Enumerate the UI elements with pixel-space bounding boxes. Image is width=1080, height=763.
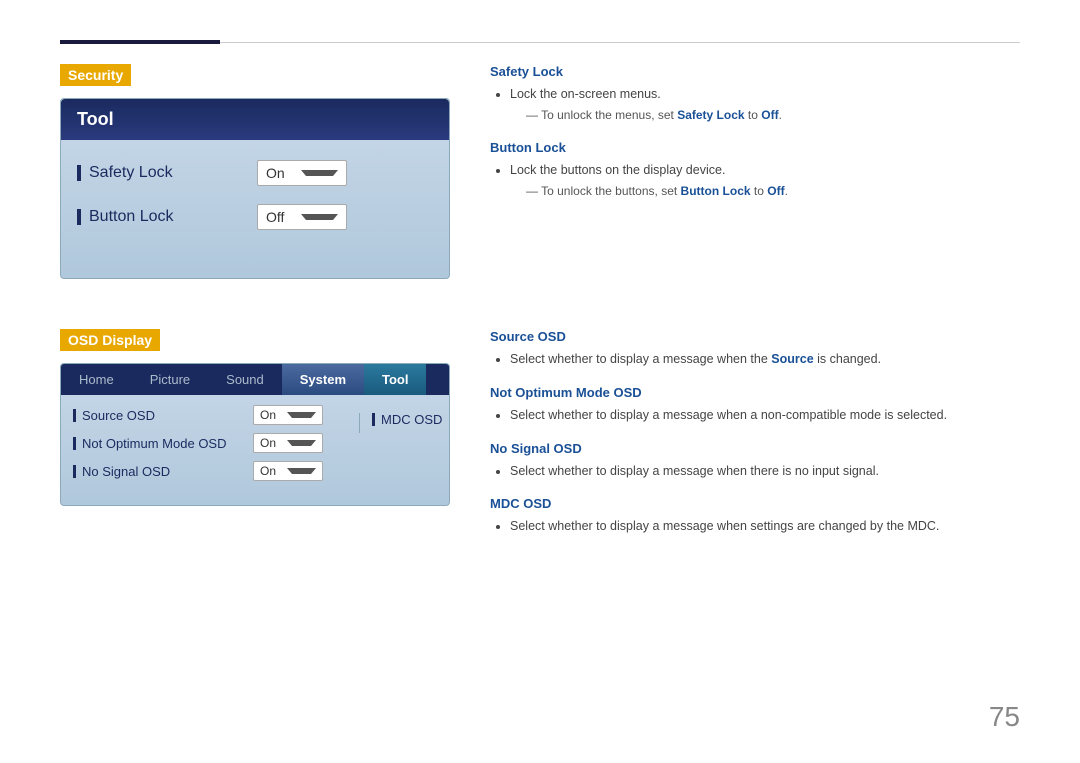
source-osd-arrow <box>287 412 316 418</box>
security-section: Security Tool Safety Lock On Button Lock <box>60 64 1020 279</box>
osd-vertical-divider <box>359 413 360 433</box>
not-optimum-item: Select whether to display a message when… <box>510 406 1020 425</box>
mdc-osd-label: MDC OSD <box>372 412 450 427</box>
source-osd-value: On <box>260 408 279 422</box>
osd-left: OSD Display Home Picture Sound System To… <box>60 329 450 552</box>
mdc-osd-item: Select whether to display a message when… <box>510 517 1020 536</box>
page-number: 75 <box>989 701 1020 733</box>
not-optimum-value: On <box>260 436 279 450</box>
button-lock-list: Lock the buttons on the display device. … <box>510 161 1020 200</box>
mdc-osd-desc: MDC OSD Select whether to display a mess… <box>490 496 1020 536</box>
no-signal-list: Select whether to display a message when… <box>510 462 1020 481</box>
top-line <box>60 40 1020 44</box>
safety-lock-desc: Safety Lock Lock the on-screen menus. To… <box>490 64 1020 124</box>
source-osd-desc: Source OSD Select whether to display a m… <box>490 329 1020 369</box>
safety-lock-value: On <box>266 165 293 181</box>
no-signal-title: No Signal OSD <box>490 441 1020 456</box>
not-optimum-label: Not Optimum Mode OSD <box>73 436 253 451</box>
tab-system[interactable]: System <box>282 364 364 395</box>
safety-lock-arrow <box>301 170 338 176</box>
no-signal-arrow <box>287 468 316 474</box>
tool-panel-header: Tool <box>61 99 449 140</box>
button-lock-row: Button Lock Off <box>77 204 433 230</box>
source-osd-row: Source OSD On <box>73 405 339 425</box>
osd-tabs: Home Picture Sound System Tool <box>61 364 449 395</box>
source-osd-title: Source OSD <box>490 329 1020 344</box>
not-optimum-desc: Not Optimum Mode OSD Select whether to d… <box>490 385 1020 425</box>
security-label: Security <box>60 64 131 86</box>
source-osd-select[interactable]: On <box>253 405 323 425</box>
no-signal-item: Select whether to display a message when… <box>510 462 1020 481</box>
button-lock-select[interactable]: Off <box>257 204 347 230</box>
not-optimum-row: Not Optimum Mode OSD On <box>73 433 339 453</box>
tool-panel: Tool Safety Lock On Button Lock Off <box>60 98 450 279</box>
button-lock-desc: Button Lock Lock the buttons on the disp… <box>490 140 1020 200</box>
source-osd-item: Select whether to display a message when… <box>510 350 1020 369</box>
tab-picture[interactable]: Picture <box>132 364 208 395</box>
button-lock-arrow <box>301 214 338 220</box>
osd-section: OSD Display Home Picture Sound System To… <box>60 329 1020 552</box>
safety-lock-item: Lock the on-screen menus. To unlock the … <box>510 85 1020 124</box>
safety-lock-title: Safety Lock <box>490 64 1020 79</box>
safety-lock-row: Safety Lock On <box>77 160 433 186</box>
osd-left-rows: Source OSD On Not Optimum Mode OSD On <box>73 405 339 489</box>
osd-right: Source OSD Select whether to display a m… <box>490 329 1020 552</box>
button-lock-value: Off <box>266 209 293 225</box>
source-osd-list: Select whether to display a message when… <box>510 350 1020 369</box>
no-signal-row: No Signal OSD On <box>73 461 339 481</box>
top-line-light <box>220 42 1020 43</box>
osd-body: Source OSD On Not Optimum Mode OSD On <box>61 395 449 505</box>
no-signal-desc: No Signal OSD Select whether to display … <box>490 441 1020 481</box>
osd-right-rows: MDC OSD On <box>372 409 450 437</box>
not-optimum-select[interactable]: On <box>253 433 323 453</box>
tab-home[interactable]: Home <box>61 364 132 395</box>
mdc-osd-list: Select whether to display a message when… <box>510 517 1020 536</box>
tool-panel-body: Safety Lock On Button Lock Off <box>61 140 449 278</box>
button-lock-label: Button Lock <box>77 208 257 226</box>
tab-tool[interactable]: Tool <box>364 364 426 395</box>
safety-lock-select[interactable]: On <box>257 160 347 186</box>
no-signal-value: On <box>260 464 279 478</box>
mdc-osd-row: MDC OSD On <box>372 409 450 429</box>
security-right: Safety Lock Lock the on-screen menus. To… <box>490 64 1020 279</box>
safety-lock-sub: To unlock the menus, set Safety Lock to … <box>526 106 1020 124</box>
no-signal-label: No Signal OSD <box>73 464 253 479</box>
not-optimum-arrow <box>287 440 316 446</box>
safety-lock-label: Safety Lock <box>77 164 257 182</box>
safety-lock-list: Lock the on-screen menus. To unlock the … <box>510 85 1020 124</box>
button-lock-sub: To unlock the buttons, set Button Lock t… <box>526 182 1020 200</box>
security-left: Security Tool Safety Lock On Button Lock <box>60 64 450 279</box>
source-osd-label: Source OSD <box>73 408 253 423</box>
not-optimum-title: Not Optimum Mode OSD <box>490 385 1020 400</box>
osd-label: OSD Display <box>60 329 160 351</box>
button-lock-item: Lock the buttons on the display device. … <box>510 161 1020 200</box>
tab-sound[interactable]: Sound <box>208 364 282 395</box>
osd-divider-block: MDC OSD On <box>347 405 450 437</box>
no-signal-select[interactable]: On <box>253 461 323 481</box>
top-line-dark <box>60 40 220 44</box>
button-lock-title: Button Lock <box>490 140 1020 155</box>
osd-panel: Home Picture Sound System Tool Source OS… <box>60 363 450 506</box>
mdc-osd-title: MDC OSD <box>490 496 1020 511</box>
not-optimum-list: Select whether to display a message when… <box>510 406 1020 425</box>
